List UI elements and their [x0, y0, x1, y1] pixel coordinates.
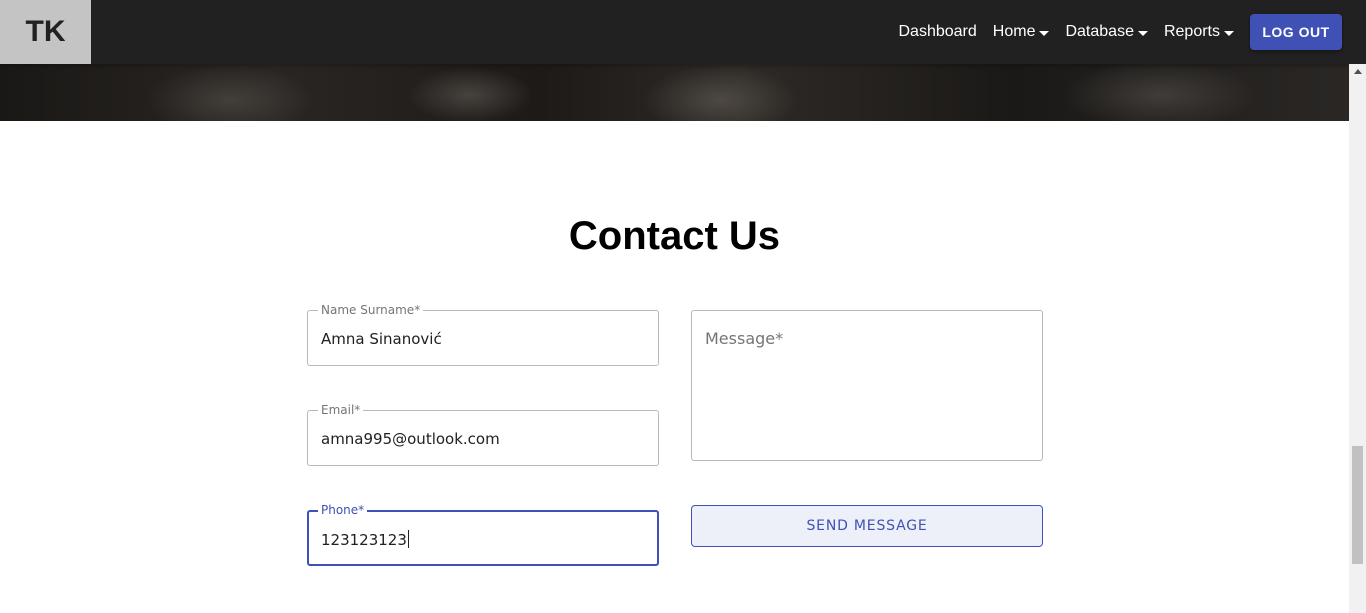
scroll-up-arrow-icon[interactable]	[1354, 69, 1362, 74]
name-surname-input[interactable]: Amna Sinanović	[321, 330, 621, 348]
email-label: Email*	[318, 403, 364, 417]
scrollbar-thumb[interactable]	[1352, 446, 1363, 564]
chevron-down-icon	[1137, 30, 1148, 36]
name-surname-field[interactable]: Name Surname* Amna Sinanović	[307, 303, 659, 366]
text-cursor	[407, 530, 409, 548]
phone-label: Phone*	[318, 503, 368, 517]
phone-field[interactable]: Phone* 123123123	[307, 503, 659, 566]
phone-value: 123123123	[321, 531, 407, 549]
page-scrollbar[interactable]	[1349, 64, 1366, 613]
nav-database-dropdown[interactable]: Database	[1065, 23, 1148, 41]
chevron-down-icon	[1039, 30, 1050, 36]
nav-menu: Dashboard Home Database Reports LOG OUT	[883, 0, 1342, 64]
logo[interactable]: TK	[0, 0, 91, 64]
message-placeholder: Message*	[705, 329, 784, 348]
send-message-button[interactable]: SEND MESSAGE	[691, 505, 1043, 547]
nav-reports-dropdown[interactable]: Reports	[1164, 23, 1234, 41]
chevron-down-icon	[1224, 30, 1234, 36]
top-navbar: TK Dashboard Home Database Reports LOG O…	[0, 0, 1366, 64]
contact-title: Contact Us	[568, 214, 781, 258]
logout-button[interactable]: LOG OUT	[1250, 14, 1342, 50]
email-input[interactable]: amna995@outlook.com	[321, 430, 621, 448]
nav-dashboard-label: Dashboard	[898, 23, 977, 40]
nav-home-dropdown[interactable]: Home	[993, 23, 1050, 41]
email-field[interactable]: Email* amna995@outlook.com	[307, 403, 659, 466]
nav-dashboard[interactable]: Dashboard	[899, 23, 977, 41]
nav-home-label: Home	[992, 23, 1036, 40]
nav-reports-label: Reports	[1163, 23, 1220, 40]
name-surname-label: Name Surname*	[318, 303, 424, 317]
phone-input[interactable]: 123123123	[321, 530, 621, 549]
nav-database-label: Database	[1065, 23, 1134, 40]
message-textarea[interactable]: Message*	[691, 310, 1043, 461]
